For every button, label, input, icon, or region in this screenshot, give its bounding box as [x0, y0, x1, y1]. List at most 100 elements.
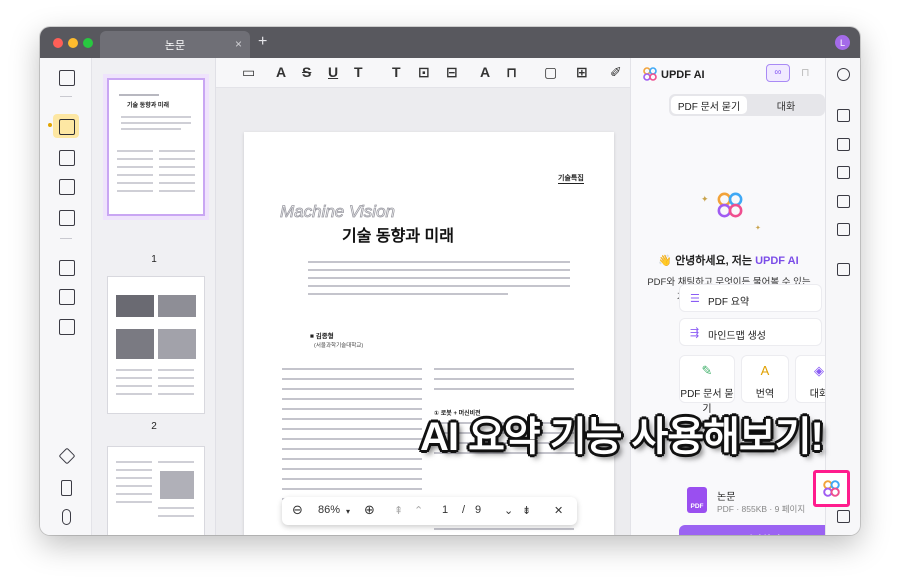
tab-pdf-ask[interactable]: PDF 문서 묻기: [671, 96, 747, 114]
next-page-icon[interactable]: ⌄: [504, 504, 513, 517]
page-separator: /: [462, 504, 466, 516]
strikethrough-icon[interactable]: S: [302, 64, 311, 80]
ai-panel-title: UPDF AI: [661, 69, 705, 81]
pdf-summary-button[interactable]: ☰ PDF 요약: [679, 284, 822, 312]
maximize-window-button[interactable]: [83, 38, 93, 48]
page-tools-icon[interactable]: [59, 210, 75, 226]
close-bar-icon[interactable]: ✕: [554, 504, 563, 517]
lock-icon[interactable]: ⊓: [801, 66, 810, 79]
pdf-summary-label: PDF 요약: [708, 297, 750, 308]
thumb-line: [158, 393, 194, 395]
prev-page-icon[interactable]: ⌃: [414, 504, 423, 517]
user-avatar[interactable]: L: [835, 35, 850, 50]
mindmap-icon: ⇶: [690, 327, 700, 339]
divider: [60, 96, 72, 97]
thumbnail-page-1[interactable]: 기술 동향과 미래: [107, 78, 205, 216]
text-callout-icon[interactable]: ⊟: [446, 64, 458, 81]
translate-button[interactable]: A 번역: [741, 355, 789, 403]
pdf-ask-button[interactable]: ✎ PDF 문서 묻기: [679, 355, 735, 415]
right-toolbar: [825, 58, 860, 535]
document-meta: PDF · 855KB · 9 페이지: [717, 504, 806, 514]
tab-chat[interactable]: 대화: [749, 96, 823, 114]
close-window-button[interactable]: [53, 38, 63, 48]
last-page-icon[interactable]: ⇟: [522, 504, 531, 517]
new-tab-button[interactable]: +: [258, 33, 267, 51]
eraser-icon[interactable]: ⊓: [506, 64, 517, 81]
title-korean: 기술 동향과 미래: [342, 228, 454, 245]
ai-assistant-button-highlight[interactable]: [813, 470, 850, 507]
ocr-icon[interactable]: [59, 319, 75, 335]
email-icon[interactable]: [837, 223, 850, 236]
first-page-icon[interactable]: ⇞: [394, 504, 403, 517]
thumb-image: [160, 471, 194, 499]
promo-overlay-text: AI 요약 기능 사용해보기!: [420, 415, 824, 459]
document-tab[interactable]: 논문 ×: [100, 31, 250, 58]
sparkle-icon: ✦: [701, 194, 709, 204]
shape-icon[interactable]: ▢: [544, 64, 557, 81]
thumb-line: [116, 369, 152, 371]
thumbnail-page-3[interactable]: [107, 446, 205, 535]
list-icon: ☰: [690, 293, 700, 305]
thumbnail-page-number: 2: [151, 421, 157, 432]
abstract-line: [308, 269, 570, 271]
layers-icon[interactable]: [58, 447, 76, 465]
form-icon[interactable]: [59, 179, 75, 195]
bookmark-icon[interactable]: [61, 480, 72, 496]
convert-icon[interactable]: [837, 138, 850, 151]
signature-icon[interactable]: ✐: [610, 64, 622, 81]
annotation-toolbar: ▭ A S U T T ⊡ ⊟ A ⊓ ▢ ⊞ ✐: [216, 58, 630, 88]
divider: [60, 238, 72, 239]
search-icon[interactable]: [837, 68, 850, 81]
underline-icon[interactable]: U: [328, 64, 338, 80]
textbox-icon[interactable]: ⊡: [418, 64, 430, 81]
thumb-line: [116, 501, 152, 503]
share-icon[interactable]: [837, 195, 850, 208]
organize-pages-icon[interactable]: [59, 260, 75, 276]
reader-icon[interactable]: [59, 70, 75, 86]
mindmap-button[interactable]: ⇶ 마인드맵 생성: [679, 318, 822, 346]
document-viewer[interactable]: 기술특집 Machine Vision 기술 동향과 미래 ■ 김종형 (서울과…: [216, 88, 630, 535]
tab-close-icon[interactable]: ×: [235, 37, 242, 51]
thumb-image: [158, 329, 196, 359]
zoom-in-icon[interactable]: ⊕: [364, 502, 375, 518]
save-icon[interactable]: [837, 263, 850, 276]
body-line: [282, 468, 422, 470]
ai-assistant-icon: [823, 480, 840, 497]
comments-icon[interactable]: [837, 510, 850, 523]
pencil-icon[interactable]: A: [480, 64, 490, 80]
mindmap-label: 마인드맵 생성: [708, 331, 766, 342]
ocr-icon[interactable]: [837, 109, 850, 122]
comment-icon[interactable]: ▭: [242, 64, 255, 81]
zoom-dropdown-icon[interactable]: ▾: [346, 507, 350, 516]
squiggly-icon[interactable]: T: [354, 64, 363, 80]
edit-pdf-icon[interactable]: [59, 150, 75, 166]
start-button[interactable]: 시작하기: [679, 525, 845, 535]
crop-icon[interactable]: [59, 289, 75, 305]
ai-mode-tabs: PDF 문서 묻기 대화: [669, 94, 825, 116]
protect-icon[interactable]: [837, 166, 850, 179]
zoom-out-icon[interactable]: ⊖: [292, 502, 303, 518]
zoom-value[interactable]: 86%: [318, 504, 340, 516]
thumb-line: [116, 469, 152, 471]
page-current[interactable]: 1: [442, 504, 448, 516]
translate-label: 번역: [755, 389, 775, 400]
body-line: [282, 478, 422, 480]
attachment-icon[interactable]: [62, 509, 71, 525]
body-line: [282, 438, 422, 440]
thumb-line: [158, 377, 194, 379]
thumb-line: [116, 377, 152, 379]
ai-hero-logo-icon: [717, 192, 743, 218]
thumb-image: [116, 295, 154, 317]
thumbnail-page-2[interactable]: [107, 276, 205, 414]
stamp-icon[interactable]: ⊞: [576, 64, 588, 81]
thumb-line: [158, 461, 194, 463]
mode-toggle-icon[interactable]: ∞: [766, 64, 790, 82]
text-icon[interactable]: T: [392, 64, 401, 80]
highlight-icon[interactable]: A: [276, 64, 286, 80]
thumb-line: [159, 158, 195, 160]
thumb-line: [121, 128, 181, 130]
thumb-line: [116, 493, 152, 495]
thumb-line: [117, 166, 153, 168]
minimize-window-button[interactable]: [68, 38, 78, 48]
highlighter-icon[interactable]: [59, 119, 75, 135]
